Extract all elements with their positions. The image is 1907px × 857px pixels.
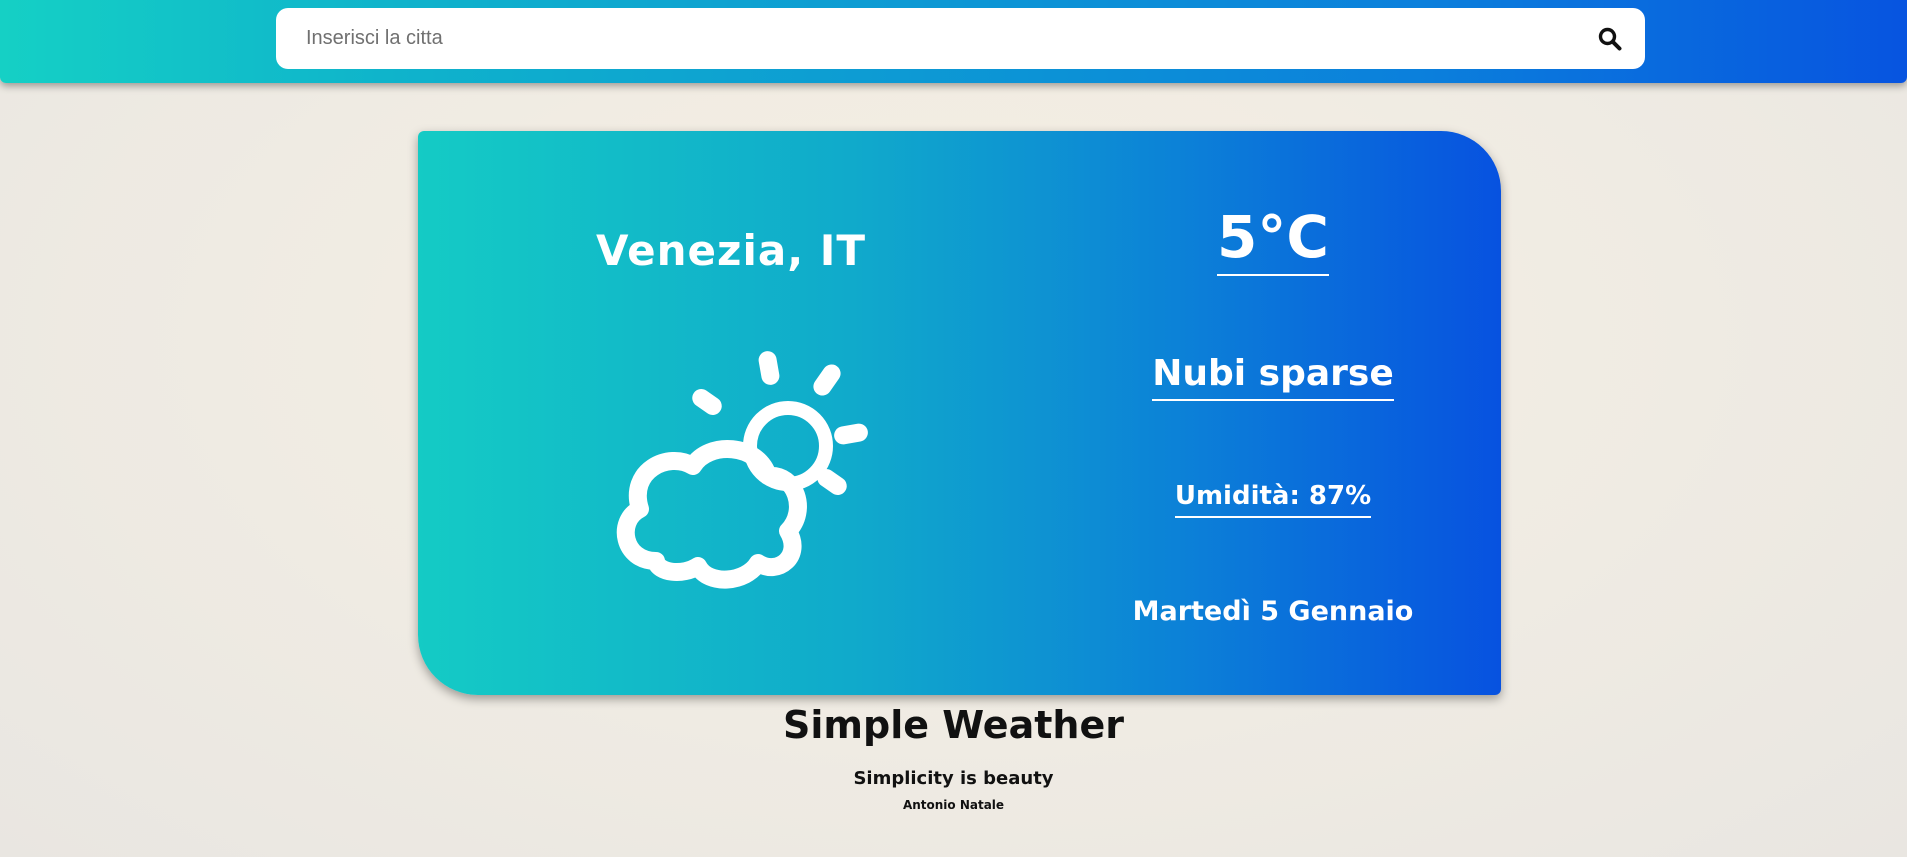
- search-button[interactable]: [1597, 26, 1623, 52]
- humidity: Umidità: 87%: [1118, 481, 1428, 519]
- top-bar: [0, 0, 1907, 83]
- tagline: Simplicity is beauty: [853, 768, 1054, 789]
- search-input[interactable]: [306, 8, 1566, 69]
- partly-cloudy-icon: [616, 351, 868, 589]
- app-title: Simple Weather: [783, 703, 1124, 747]
- author: Antonio Natale: [902, 798, 1005, 812]
- weather-description-value: Nubi sparse: [1152, 355, 1394, 401]
- search-bar: [276, 8, 1645, 69]
- search-icon[interactable]: [1597, 26, 1623, 52]
- date-label: Martedì 5 Gennaio: [1132, 596, 1414, 627]
- temperature-value: 5°C: [1217, 207, 1329, 276]
- city-name: Venezia, IT: [595, 226, 867, 275]
- humidity-value: Umidità: 87%: [1174, 482, 1372, 519]
- weather-description: Nubi sparse: [1078, 353, 1468, 401]
- weather-card: Venezia, IT 5°C Nubi sparse Umidità: 87%…: [418, 131, 1501, 695]
- temperature: 5°C: [1118, 203, 1428, 276]
